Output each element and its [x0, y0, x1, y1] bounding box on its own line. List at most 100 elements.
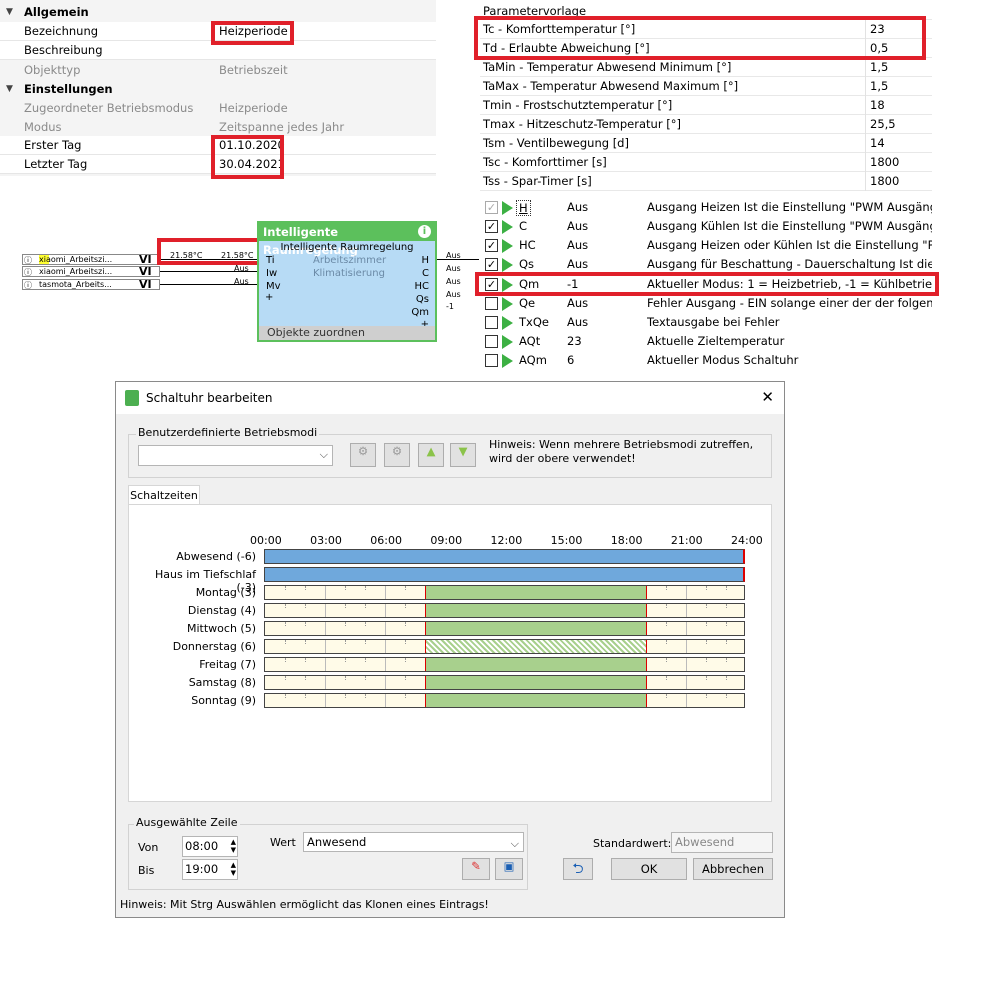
segment-boundary[interactable] [425, 586, 427, 599]
checkbox[interactable] [485, 297, 498, 310]
segment-boundary[interactable] [645, 676, 647, 689]
schedule-segment[interactable] [425, 640, 646, 653]
block-footer[interactable]: Objekte zuordnen [259, 326, 435, 340]
wert-select[interactable]: Anwesend ⌵ [303, 832, 524, 852]
block-input-mv[interactable]: Mv [266, 281, 281, 292]
spinner-icon[interactable]: ▲ ▼ [231, 838, 236, 854]
schedule-segment[interactable] [425, 658, 646, 671]
output-row-h[interactable]: ✓ H Aus Ausgang Heizen Ist die Einstellung … [480, 198, 932, 217]
param-row[interactable]: Tss - Spar-Timer [s] 1800 [480, 172, 932, 191]
betriebsmodi-select[interactable]: ⌵ [138, 445, 333, 466]
param-row[interactable]: Tsm - Ventilbewegung [d] 14 [480, 134, 932, 153]
move-down-button[interactable]: ▼ [450, 443, 476, 467]
move-up-button[interactable]: ▲ [418, 443, 444, 467]
von-input[interactable]: 08:00 ▲ ▼ [182, 836, 238, 857]
segment-boundary[interactable] [645, 640, 647, 653]
schedule-bar[interactable] [264, 693, 745, 708]
info-icon[interactable]: i [418, 225, 431, 238]
spinner-icon[interactable]: ▲ ▼ [231, 861, 236, 877]
block-input-ti[interactable]: Ti [266, 255, 275, 266]
checkbox[interactable] [485, 354, 498, 367]
segment-boundary[interactable] [425, 604, 427, 617]
input-source-3[interactable]: ⓘ tasmota_Arbeits... VI [22, 278, 160, 291]
schedule-bar[interactable] [264, 567, 745, 582]
tab-schaltzeiten[interactable]: Schaltzeiten [128, 485, 200, 505]
add-mode-button[interactable]: ⚙ [350, 443, 376, 467]
segment-boundary[interactable] [425, 640, 427, 653]
param-row[interactable]: TaMin - Temperatur Abwesend Minimum [°] 1… [480, 58, 932, 77]
eraser-button[interactable]: ✎ [462, 858, 490, 880]
add-input-icon[interactable]: + [265, 292, 273, 303]
schedule-bar[interactable] [264, 675, 745, 690]
param-value[interactable]: 1,5 [870, 60, 888, 74]
param-value[interactable]: 14 [870, 136, 885, 150]
block-output-c[interactable]: C [422, 268, 429, 279]
param-row[interactable]: TaMax - Temperatur Abwesend Maximum [°] 1… [480, 77, 932, 96]
segment-boundary[interactable] [645, 658, 647, 671]
schedule-bar[interactable] [264, 603, 745, 618]
schedule-segment[interactable] [425, 622, 646, 635]
close-icon[interactable]: ✕ [761, 388, 774, 406]
section-einstellungen[interactable]: ▼ Einstellungen [0, 79, 436, 98]
ok-button[interactable]: OK [611, 858, 687, 880]
cancel-button[interactable]: Abbrechen [693, 858, 773, 880]
param-value[interactable]: 18 [870, 98, 885, 112]
info-icon[interactable]: ⓘ [24, 267, 32, 278]
chevron-down-icon[interactable]: ▼ [6, 7, 13, 17]
input-source-2[interactable]: ⓘ xiaomi_Arbeitszi... VI [22, 265, 160, 278]
chevron-down-icon[interactable]: ▼ [6, 84, 13, 94]
output-row-qe[interactable]: Qe Aus Fehler Ausgang - EIN solange einer … [480, 294, 932, 313]
param-value[interactable]: 1,5 [870, 79, 888, 93]
dialog-titlebar[interactable]: Schaltuhr bearbeiten ✕ [116, 382, 784, 414]
output-row-hc[interactable]: ✓ HC Aus Ausgang Heizen oder Kühlen Ist die… [480, 236, 932, 255]
segment-boundary[interactable] [425, 676, 427, 689]
select-all-button[interactable]: ▣ [495, 858, 523, 880]
schedule-bar[interactable] [264, 621, 745, 636]
schedule-segment[interactable] [425, 586, 646, 599]
param-value[interactable]: 25,5 [870, 117, 896, 131]
schedule-bar[interactable] [264, 549, 745, 564]
section-allgemein[interactable]: ▼ Allgemein [0, 2, 436, 21]
param-value[interactable]: 1800 [870, 155, 899, 169]
checkbox[interactable]: ✓ [485, 258, 498, 271]
checkbox[interactable]: ✓ [485, 220, 498, 233]
block-output-qm[interactable]: Qm [411, 307, 429, 318]
segment-boundary[interactable] [645, 586, 647, 599]
block-output-qs[interactable]: Qs [416, 294, 429, 305]
schedule-bar[interactable] [264, 657, 745, 672]
input-source-1[interactable]: ⓘ xiaomi_Arbeitszi... VI [22, 253, 160, 266]
schedule-bar[interactable] [264, 639, 745, 654]
output-row-c[interactable]: ✓ C Aus Ausgang Kühlen Ist die Einstellung … [480, 217, 932, 236]
checkbox[interactable]: ✓ [485, 201, 498, 214]
param-row[interactable]: Tmin - Frostschutztemperatur [°] 18 [480, 96, 932, 115]
block-output-h[interactable]: H [421, 255, 429, 266]
checkbox[interactable] [485, 316, 498, 329]
schedule-segment[interactable] [425, 676, 646, 689]
schedule-bar[interactable] [264, 585, 745, 600]
segment-boundary[interactable] [425, 622, 427, 635]
segment-boundary[interactable] [425, 694, 427, 707]
info-icon[interactable]: ⓘ [24, 255, 32, 266]
param-row[interactable]: Tmax - Hitzeschutz-Temperatur [°] 25,5 [480, 115, 932, 134]
segment-boundary[interactable] [425, 658, 427, 671]
param-row[interactable]: Tsc - Komforttimer [s] 1800 [480, 153, 932, 172]
checkbox[interactable] [485, 335, 498, 348]
segment-boundary[interactable] [645, 604, 647, 617]
logic-block[interactable]: Intelligente Raumregelung i Intelligente… [257, 221, 437, 342]
hour-gridline [305, 658, 307, 662]
segment-boundary[interactable] [645, 694, 647, 707]
block-input-iw[interactable]: Iw [266, 268, 277, 279]
checkbox[interactable]: ✓ [485, 239, 498, 252]
schedule-segment[interactable] [425, 694, 646, 707]
param-value[interactable]: 1800 [870, 174, 899, 188]
remove-mode-button[interactable]: ⚙ [384, 443, 410, 467]
bis-input[interactable]: 19:00 ▲ ▼ [182, 859, 238, 880]
output-row-aqt[interactable]: AQt 23 Aktuelle Zieltemperatur [480, 332, 932, 351]
back-button[interactable]: ⮌ [563, 858, 593, 880]
output-row-aqm[interactable]: AQm 6 Aktueller Modus Schaltuhr [480, 351, 932, 370]
info-icon[interactable]: ⓘ [24, 280, 32, 291]
schedule-segment[interactable] [425, 604, 646, 617]
segment-boundary[interactable] [645, 622, 647, 635]
block-output-hc[interactable]: HC [414, 281, 429, 292]
output-row-txqe[interactable]: TxQe Aus Textausgabe bei Fehler [480, 313, 932, 332]
